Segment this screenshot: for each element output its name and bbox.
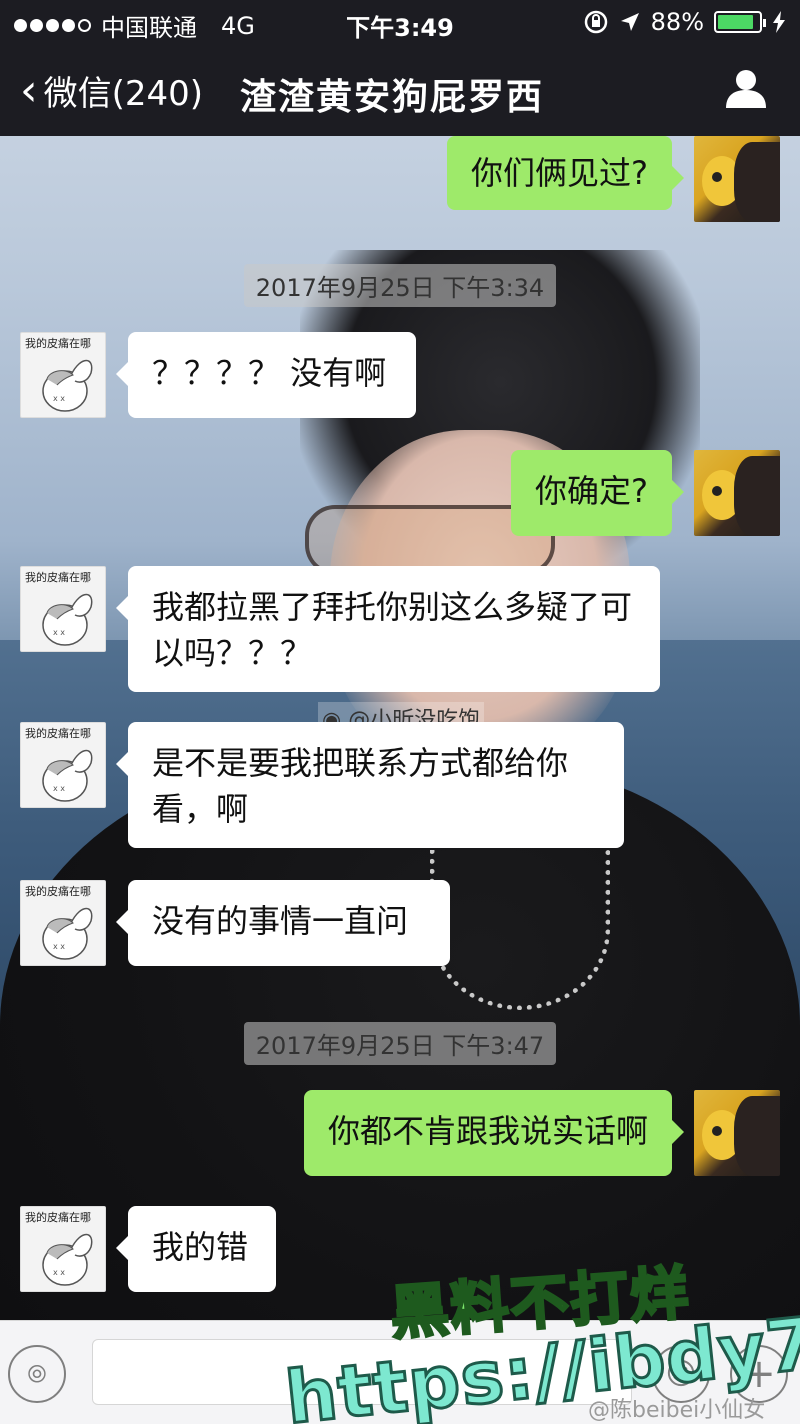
message-bubble-incoming[interactable]: 没有的事情一直问: [116, 880, 450, 966]
chat-title: 渣渣黄安狗屁罗西: [240, 77, 545, 118]
bunny-sticker-icon: x x: [42, 593, 93, 646]
my-avatar[interactable]: [694, 450, 780, 536]
contact-avatar[interactable]: 我的皮痛在哪 x x: [20, 332, 106, 418]
message-text: 是不是要我把联系方式都给你看，啊: [152, 744, 569, 828]
voice-wave-icon: ⦾: [27, 1360, 47, 1388]
svg-text:x x: x x: [53, 394, 65, 403]
message-text: 你们俩见过?: [471, 154, 648, 192]
message-text: 我的错: [152, 1228, 249, 1266]
bunny-sticker-icon: x x: [42, 359, 93, 412]
message-timestamp: 2017年9月25日 下午3:47: [0, 1022, 800, 1065]
message-bubble-outgoing[interactable]: 你确定?: [511, 450, 684, 536]
contact-profile-icon[interactable]: [724, 66, 768, 110]
battery-icon: [714, 11, 766, 33]
message-text: ？？？？ 没有啊: [152, 354, 387, 392]
svg-text:x x: x x: [53, 942, 65, 951]
battery-percent: 88%: [650, 8, 704, 36]
contact-avatar[interactable]: 我的皮痛在哪 x x: [20, 880, 106, 966]
message-text: 你确定?: [535, 472, 648, 510]
message-bubble-incoming[interactable]: 是不是要我把联系方式都给你看，啊: [116, 722, 624, 848]
message-timestamp: 2017年9月25日 下午3:34: [0, 264, 800, 307]
bunny-sticker-icon: x x: [42, 749, 93, 802]
overlay-watermark-credit: @陈beibei小仙女: [588, 1398, 766, 1423]
back-button[interactable]: ‹ 微信(240): [20, 66, 203, 115]
message-bubble-outgoing[interactable]: 你都不肯跟我说实话啊: [303, 1090, 685, 1176]
status-bar: 中国联通 4G 下午3:49 88%: [0, 0, 800, 44]
message-text: 你都不肯跟我说实话啊: [327, 1112, 648, 1150]
svg-text:x x: x x: [53, 1268, 65, 1277]
message-bubble-outgoing[interactable]: 你们俩见过?: [447, 136, 684, 210]
message-list: 你们俩见过? 2017年9月25日 下午3:34 我的皮痛在哪 x x ？？？？…: [0, 136, 800, 1320]
my-avatar[interactable]: [694, 1090, 780, 1176]
location-arrow-icon: [620, 13, 639, 31]
svg-text:x x: x x: [53, 628, 65, 637]
message-bubble-incoming[interactable]: 我的错: [116, 1206, 276, 1292]
contact-avatar[interactable]: 我的皮痛在哪 x x: [20, 722, 106, 808]
message-text: 我都拉黑了拜托你别这么多疑了可以吗？？？: [152, 588, 633, 672]
back-label: 微信(240): [43, 74, 204, 114]
voice-input-button[interactable]: ⦾: [8, 1345, 66, 1403]
contact-avatar[interactable]: 我的皮痛在哪 x x: [20, 566, 106, 652]
bunny-sticker-icon: x x: [42, 907, 93, 960]
my-avatar[interactable]: [694, 136, 780, 222]
message-bubble-incoming[interactable]: ？？？？ 没有啊: [116, 332, 416, 418]
message-text: 没有的事情一直问: [152, 902, 409, 940]
svg-text:x x: x x: [53, 784, 65, 793]
contact-avatar[interactable]: 我的皮痛在哪 x x: [20, 1206, 106, 1292]
rotation-lock-icon: [584, 10, 607, 34]
message-bubble-incoming[interactable]: 我都拉黑了拜托你别这么多疑了可以吗？？？: [116, 566, 660, 692]
chevron-left-icon: ‹: [20, 64, 38, 116]
bunny-sticker-icon: x x: [42, 1233, 93, 1286]
charging-bolt-icon: [773, 11, 785, 33]
chat-header: ‹ 微信(240) 渣渣黄安狗屁罗西: [0, 44, 800, 136]
